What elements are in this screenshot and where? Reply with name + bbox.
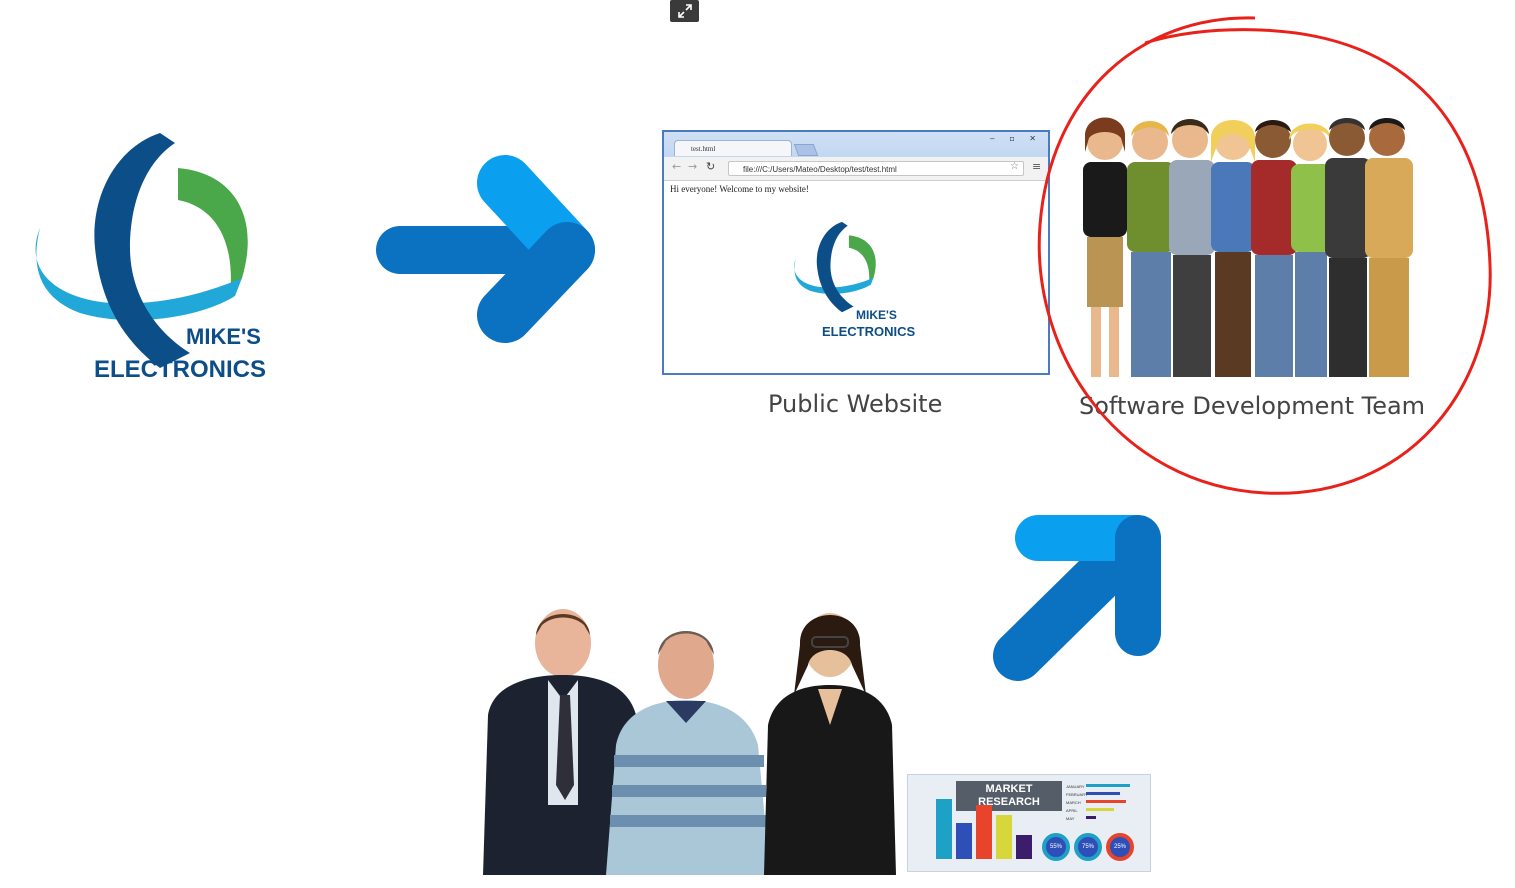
- browser-chrome: test.html ‒ ▫ ✕ ← → ↻ file:///C:/Users/M…: [664, 132, 1048, 181]
- browser-toolbar: ← → ↻ file:///C:/Users/Mateo/Desktop/tes…: [664, 157, 1048, 181]
- legend-item: JANUARY: [1066, 784, 1085, 789]
- legend-item: MAY: [1066, 816, 1075, 821]
- arrow-right: [376, 155, 595, 343]
- legend-item: APRIL: [1066, 808, 1078, 813]
- browser-logo-mark: [794, 221, 876, 313]
- company-logo: MIKE'S ELECTRONICS: [30, 128, 290, 388]
- browser-page-text: Hi everyone! Welcome to my website!: [670, 184, 809, 194]
- exit-fullscreen-icon: [677, 4, 692, 18]
- company-logo-line2: ELECTRONICS: [94, 356, 267, 383]
- legend-item: MARCH: [1066, 800, 1081, 805]
- star-icon[interactable]: ☆: [1010, 161, 1019, 172]
- address-bar[interactable]: file:///C:/Users/Mateo/Desktop/test/test…: [728, 161, 1024, 176]
- market-research-title-line1: MARKET: [985, 783, 1033, 795]
- market-research-legend: JANUARY FEBRUARY MARCH APRIL MAY: [1066, 783, 1088, 823]
- highlight-circle: [1037, 16, 1492, 495]
- market-research-image: MARKET RESEARCH JANUARY FEBRUARY MARCH A…: [907, 774, 1151, 872]
- browser-logo-line1: MIKE'S: [856, 308, 897, 322]
- browser-logo-line2: ELECTRONICS: [822, 324, 916, 339]
- arrow-up-right: [993, 515, 1161, 681]
- exit-fullscreen-button[interactable]: [670, 0, 699, 22]
- browser-tab[interactable]: test.html: [674, 140, 792, 156]
- new-tab-button[interactable]: [793, 144, 819, 156]
- legend-bars: [1086, 784, 1130, 819]
- reload-icon[interactable]: ↻: [706, 160, 715, 173]
- forward-icon[interactable]: →: [688, 160, 697, 173]
- public-website-browser: test.html ‒ ▫ ✕ ← → ↻ file:///C:/Users/M…: [662, 130, 1050, 375]
- company-logo-line1: MIKE'S: [186, 324, 261, 349]
- stakeholders-photo: [478, 605, 898, 875]
- gauge-3: 25%: [1106, 833, 1134, 861]
- market-research-bars: [936, 799, 1032, 859]
- gauge-2: 75%: [1074, 833, 1102, 861]
- gauge-1: 55%: [1042, 833, 1070, 861]
- public-website-caption: Public Website: [768, 390, 943, 418]
- legend-item: FEBRUARY: [1066, 792, 1088, 797]
- back-icon[interactable]: ←: [672, 160, 681, 173]
